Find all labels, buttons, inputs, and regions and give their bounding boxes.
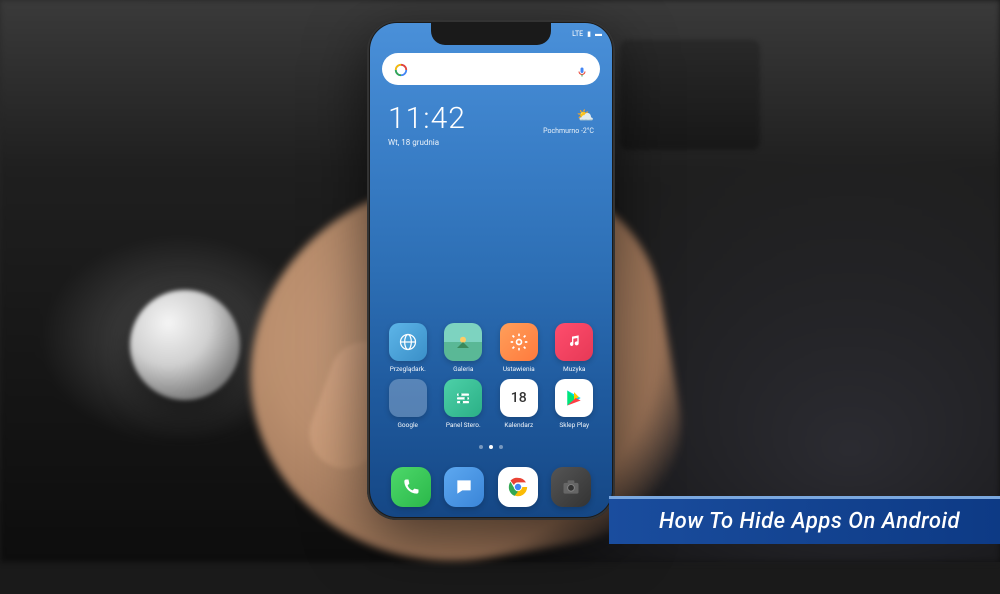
app-label: Ustawienia (503, 365, 535, 373)
dock-messages-icon[interactable] (444, 467, 484, 507)
clock-date: Wt, 18 grudnia (388, 138, 466, 147)
weather-widget[interactable]: ⛅ Pochmurno -2°C (543, 108, 594, 135)
app-calendar[interactable]: 18 Kalendarz (493, 379, 545, 429)
network-label: LTE (572, 30, 583, 38)
app-settings[interactable]: Ustawienia (493, 323, 545, 373)
app-panel[interactable]: Panel Stero. (438, 379, 490, 429)
app-label: Kalendarz (504, 421, 533, 429)
status-right: LTE ▮ ▬ (572, 30, 602, 38)
weather-location: Pochmurno (543, 127, 579, 135)
panel-icon (444, 379, 482, 417)
weather-icon: ⛅ (577, 108, 594, 124)
battery-icon: ▬ (595, 30, 602, 38)
app-label: Google (397, 421, 418, 429)
app-music[interactable]: Muzyka (549, 323, 601, 373)
app-label: Przeglądark. (390, 365, 426, 373)
music-icon (555, 323, 593, 361)
app-google-folder[interactable]: Google (382, 379, 434, 429)
app-grid: Przeglądark. Galeria Ustawienia (382, 323, 600, 429)
display-notch (431, 23, 551, 45)
app-label: Panel Stero. (446, 421, 481, 429)
page-dot (499, 445, 503, 449)
scene-container: LTE ▮ ▬ 11:42 Wt, 18 grudnia ⛅ (0, 0, 1000, 562)
google-logo-icon (394, 62, 408, 76)
calendar-icon: 18 (500, 379, 538, 417)
dock-camera-icon[interactable] (551, 467, 591, 507)
page-dot (479, 445, 483, 449)
dock-chrome-icon[interactable] (498, 467, 538, 507)
settings-icon (500, 323, 538, 361)
app-play-store[interactable]: Sklep Play (549, 379, 601, 429)
dashboard-vent (620, 40, 760, 150)
app-browser[interactable]: Przeglądark. (382, 323, 434, 373)
google-folder-icon (389, 379, 427, 417)
app-gallery[interactable]: Galeria (438, 323, 490, 373)
gallery-icon (444, 323, 482, 361)
caption-banner: How To Hide Apps On Android (609, 496, 1000, 544)
page-indicator (479, 445, 503, 449)
app-label: Galeria (453, 365, 473, 373)
dock (384, 467, 598, 507)
page-dot-active (489, 445, 493, 449)
dock-phone-icon[interactable] (391, 467, 431, 507)
phone-frame: LTE ▮ ▬ 11:42 Wt, 18 grudnia ⛅ (367, 20, 615, 520)
signal-icon: ▮ (587, 30, 591, 38)
gear-shift-knob (130, 290, 240, 400)
play-store-icon (555, 379, 593, 417)
calendar-day: 18 (511, 391, 527, 405)
caption-text: How To Hide Apps On Android (659, 509, 960, 534)
google-search-bar[interactable] (382, 53, 600, 85)
app-label: Sklep Play (559, 421, 589, 429)
browser-icon (389, 323, 427, 361)
voice-search-icon[interactable] (576, 63, 588, 75)
app-label: Muzyka (563, 365, 585, 373)
phone-screen[interactable]: LTE ▮ ▬ 11:42 Wt, 18 grudnia ⛅ (370, 23, 612, 517)
clock-time: 11:42 (388, 101, 466, 136)
clock-widget[interactable]: 11:42 Wt, 18 grudnia (388, 101, 466, 147)
weather-temp: -2°C (581, 127, 594, 135)
